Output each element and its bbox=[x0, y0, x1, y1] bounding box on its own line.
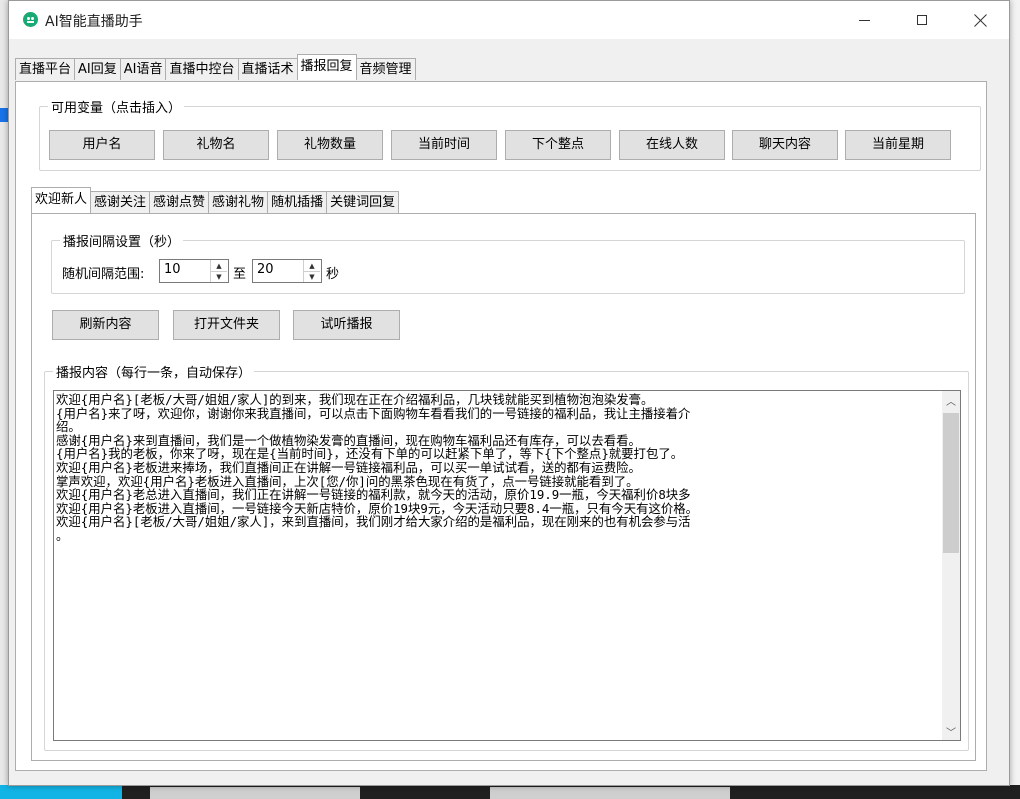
title-bar[interactable]: AI智能直播助手 bbox=[9, 1, 1009, 39]
background-fragment bbox=[490, 787, 730, 799]
minimize-button[interactable] bbox=[835, 1, 893, 39]
content-line: 欢迎{用户名}[老板/大哥/姐姐/家人]，来到直播间，我们刚才给大家介绍的是福利… bbox=[56, 515, 691, 529]
preview-broadcast-button[interactable]: 试听播报 bbox=[293, 310, 400, 340]
sub-tab-strip: 欢迎新人 感谢关注 感谢点赞 感谢礼物 随机插播 关键词回复 bbox=[31, 187, 400, 213]
content-line: 欢迎{用户名}老板进入直播间，一号链接今天新店特价，原价19块9元，今天活动只要… bbox=[56, 501, 699, 516]
minimize-icon bbox=[858, 19, 870, 21]
close-button[interactable] bbox=[951, 1, 1009, 39]
interval-max-spinbox[interactable]: 20 ▲ ▼ bbox=[252, 259, 322, 283]
robot-face-icon bbox=[23, 12, 38, 27]
tab-random-insert[interactable]: 随机插播 bbox=[267, 191, 328, 213]
interval-range-label: 随机间隔范围: bbox=[62, 267, 145, 282]
tab-audio-management[interactable]: 音频管理 bbox=[355, 58, 416, 80]
content-scrollbar[interactable]: ︿ ﹀ bbox=[942, 391, 960, 740]
variables-legend: 可用变量（点击插入） bbox=[48, 97, 185, 116]
background-fragment bbox=[150, 787, 360, 799]
content-line: 掌声欢迎，欢迎{用户名}老板进入直播间，上次[您/你]问的黑茶色现在有货了，点一… bbox=[56, 474, 639, 489]
open-folder-button[interactable]: 打开文件夹 bbox=[173, 310, 280, 340]
insert-gift-count-button[interactable]: 礼物数量 bbox=[277, 130, 383, 160]
tab-ai-voice[interactable]: AI语音 bbox=[119, 58, 167, 80]
tab-thank-gift[interactable]: 感谢礼物 bbox=[208, 191, 269, 213]
content-line: {用户名}我的老板，你来了呀，现在是{当前时间}，还没有下单的可以赶紧下单了，等… bbox=[56, 447, 684, 461]
insert-current-time-button[interactable]: 当前时间 bbox=[391, 130, 497, 160]
window-title: AI智能直播助手 bbox=[45, 14, 143, 30]
insert-online-count-button[interactable]: 在线人数 bbox=[619, 130, 725, 160]
chevron-down-icon[interactable]: ▼ bbox=[304, 271, 320, 282]
broadcast-content-textarea[interactable]: 欢迎{用户名}[老板/大哥/姐姐/家人]的到来，我们现在正在介绍福利品，几块钱就… bbox=[53, 390, 961, 741]
close-icon bbox=[974, 14, 987, 27]
tab-broadcast-reply[interactable]: 播报回复 bbox=[296, 54, 357, 80]
insert-chat-content-button[interactable]: 聊天内容 bbox=[732, 130, 838, 160]
interval-min-spinbox[interactable]: 10 ▲ ▼ bbox=[159, 259, 229, 283]
interval-max-value: 20 bbox=[257, 262, 274, 277]
chevron-down-icon[interactable]: ▼ bbox=[211, 271, 227, 282]
content-line: 绍。 bbox=[56, 420, 81, 434]
background-fragment bbox=[0, 785, 122, 799]
maximize-icon bbox=[917, 15, 927, 25]
interval-min-value: 10 bbox=[164, 262, 181, 277]
tab-live-scripts[interactable]: 直播话术 bbox=[237, 58, 298, 80]
spin-arrows: ▲ ▼ bbox=[210, 260, 228, 282]
scroll-down-icon[interactable]: ﹀ bbox=[942, 722, 960, 740]
content-lines: 欢迎{用户名}[老板/大哥/姐姐/家人]的到来，我们现在正在介绍福利品，几块钱就… bbox=[56, 393, 941, 543]
insert-next-hour-button[interactable]: 下个整点 bbox=[505, 130, 611, 160]
content-line: 欢迎{用户名}老板进来捧场，我们直播间正在讲解一号链接福利品，可以买一单试试看，… bbox=[56, 460, 641, 475]
tab-live-console[interactable]: 直播中控台 bbox=[165, 58, 239, 80]
main-tab-strip: 直播平台 AI回复 AI语音 直播中控台 直播话术 播报回复 音频管理 bbox=[15, 54, 416, 80]
insert-weekday-button[interactable]: 当前星期 bbox=[845, 130, 951, 160]
tab-live-platform[interactable]: 直播平台 bbox=[15, 58, 76, 80]
insert-username-button[interactable]: 用户名 bbox=[49, 130, 155, 160]
tab-keyword-reply[interactable]: 关键词回复 bbox=[326, 191, 400, 213]
background-taskbar bbox=[0, 785, 1020, 799]
refresh-content-button[interactable]: 刷新内容 bbox=[52, 310, 159, 340]
background-desktop-right bbox=[1010, 0, 1020, 799]
spin-arrows: ▲ ▼ bbox=[303, 260, 321, 282]
content-legend: 播报内容（每行一条，自动保存） bbox=[53, 362, 255, 381]
content-line: 欢迎{用户名}[老板/大哥/姐姐/家人]的到来，我们现在正在介绍福利品，几块钱就… bbox=[56, 393, 654, 407]
content-line: 感谢{用户名}来到直播间，我们是一个做植物染发膏的直播间，现在购物车福利品还有库… bbox=[56, 433, 641, 448]
scroll-thumb[interactable] bbox=[943, 413, 959, 553]
interval-unit-label: 秒 bbox=[326, 267, 340, 282]
content-line: 。 bbox=[56, 528, 69, 543]
interval-legend: 播报间隔设置（秒） bbox=[60, 231, 184, 250]
content-line: 欢迎{用户名}老总进入直播间，我们正在讲解一号链接的福利款，就今天的活动，原价1… bbox=[56, 488, 691, 502]
scroll-up-icon[interactable]: ︿ bbox=[942, 391, 960, 409]
insert-gift-name-button[interactable]: 礼物名 bbox=[163, 130, 269, 160]
interval-to-label: 至 bbox=[233, 267, 247, 282]
content-line: {用户名}来了呀，欢迎你，谢谢你来我直播间，可以点击下面购物车看看我们的一号链接… bbox=[56, 406, 691, 421]
tab-thank-follow[interactable]: 感谢关注 bbox=[90, 191, 151, 213]
tab-ai-reply[interactable]: AI回复 bbox=[74, 58, 121, 80]
tab-welcome-new[interactable]: 欢迎新人 bbox=[31, 187, 92, 213]
maximize-button[interactable] bbox=[893, 1, 951, 39]
tab-thank-like[interactable]: 感谢点赞 bbox=[149, 191, 210, 213]
